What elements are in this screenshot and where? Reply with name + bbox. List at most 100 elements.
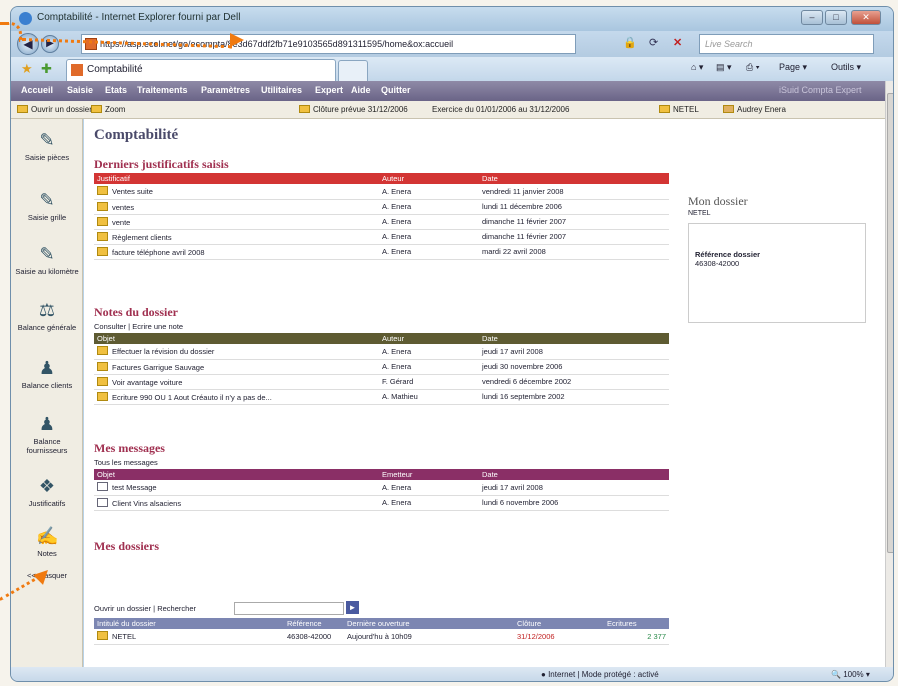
scrollbar-thumb[interactable] xyxy=(887,93,893,553)
ie-logo-icon xyxy=(19,12,32,25)
table-row[interactable]: test Message A. Enera jeudi 17 avril 2008 xyxy=(94,480,669,496)
sidebar-item-notes[interactable]: ✍ Notes xyxy=(13,525,81,558)
col-derniere-ouverture[interactable]: Dernière ouverture xyxy=(344,618,514,629)
sidebar-item-balance-fournisseurs[interactable]: ♟ Balance fournisseurs xyxy=(13,413,81,455)
dossier-link[interactable]: NETEL xyxy=(659,105,699,114)
tools-menu[interactable]: Outils ▾ xyxy=(831,62,861,73)
sidebar-item-balance-clients[interactable]: ♟ Balance clients xyxy=(13,357,81,390)
home-icon[interactable]: ⌂ ▾ xyxy=(691,62,703,73)
col-objet[interactable]: Objet xyxy=(94,469,379,480)
sub-toolbar: Ouvrir un dossier Zoom Clôture prévue 31… xyxy=(11,101,885,119)
tab-label: Comptabilité xyxy=(87,64,143,75)
table-row[interactable]: Ecriture 990 OU 1 Aout Créauto il n'y a … xyxy=(94,389,669,405)
table-row[interactable]: vente A. Enera dimanche 11 février 2007 xyxy=(94,214,669,230)
table-row[interactable]: Règlement clients A. Enera dimanche 11 fév… xyxy=(94,229,669,245)
zoom-level[interactable]: 🔍 100% ▾ xyxy=(831,670,870,679)
sidebar-item-balance-generale[interactable]: ⚖ Balance générale xyxy=(13,299,81,332)
pen-lines-icon: ✎ xyxy=(39,244,55,264)
col-justificatif[interactable]: Justificatif xyxy=(94,173,379,184)
close-button[interactable]: ✕ xyxy=(851,10,881,25)
cloture-label: Clôture prévue 31/12/2006 xyxy=(299,105,408,114)
nav-traitements[interactable]: Traitements xyxy=(137,85,188,95)
dossiers-links[interactable]: Ouvrir un dossier | Rechercher xyxy=(94,604,196,613)
message-icon xyxy=(97,497,108,507)
suppliers-icon: ♟ xyxy=(38,414,56,434)
sidebar-item-justificatifs[interactable]: ❖ Justificatifs xyxy=(13,475,81,508)
messages-heading: Mes messages xyxy=(94,441,165,455)
tabs-bar: ★ ✚ Comptabilité ⌂ ▾ ▤ ▾ ⎙ ▾ Page ▾ Outi… xyxy=(11,57,893,81)
nav-utilitaires[interactable]: Utilitaires xyxy=(261,85,302,95)
table-row[interactable]: ventes A. Enera lundi 11 décembre 2006 xyxy=(94,199,669,215)
nav-expert[interactable]: Expert xyxy=(315,85,343,95)
nav-parametres[interactable]: Paramètres xyxy=(201,85,250,95)
dossier-search-input[interactable] xyxy=(234,602,344,615)
nav-aide[interactable]: Aide xyxy=(351,85,371,95)
open-dossier-link[interactable]: Ouvrir un dossier xyxy=(17,105,92,114)
search-go-button[interactable]: ► xyxy=(346,601,359,614)
folder-icon xyxy=(97,346,108,356)
col-reference[interactable]: Référence xyxy=(284,618,344,629)
sidebar-item-saisie-kilometre[interactable]: ✎ Saisie au kilomètre xyxy=(13,243,81,276)
balance-icon: ⚖ xyxy=(38,300,56,320)
col-date[interactable]: Date xyxy=(479,333,669,344)
col-intitule[interactable]: Intitulé du dossier xyxy=(94,618,284,629)
search-input[interactable]: Live Search xyxy=(699,34,874,54)
table-row[interactable]: Voir avantage voiture F. Gérard vendredi 6… xyxy=(94,374,669,390)
user-link[interactable]: Audrey Enera xyxy=(723,105,786,114)
folder-icon xyxy=(659,105,670,113)
table-row[interactable]: Client Vins alsaciens A. Enera lundi 6 nov… xyxy=(94,495,669,511)
col-cloture[interactable]: Clôture xyxy=(514,618,604,629)
grid-pen-icon: ✎ xyxy=(39,190,55,210)
table-row[interactable]: Effectuer la révision du dossier A. Enera… xyxy=(94,344,669,360)
table-row[interactable]: Ventes suite A. Enera vendredi 11 janvier … xyxy=(94,184,669,200)
notes-heading: Notes du dossier xyxy=(94,305,179,319)
main-content: Comptabilité Derniers justificatifs sais… xyxy=(84,119,885,667)
folder-icon xyxy=(17,105,28,113)
col-auteur[interactable]: Auteur xyxy=(379,333,479,344)
notes-links[interactable]: Consulter | Ecrire une note xyxy=(94,322,183,331)
col-date[interactable]: Date xyxy=(479,173,669,184)
notes-icon: ✍ xyxy=(36,526,59,546)
new-tab-button[interactable] xyxy=(338,60,368,81)
table-row[interactable]: NETEL 46308-42000 Aujourd'hu à 10h09 31/12/… xyxy=(94,629,669,645)
status-bar: ● Internet | Mode protégé : activé 🔍 100… xyxy=(11,667,893,681)
zoom-link[interactable]: Zoom xyxy=(91,105,125,114)
nav-quitter[interactable]: Quitter xyxy=(381,85,411,95)
lock-icon[interactable]: 🔒 xyxy=(623,36,637,49)
vertical-scrollbar[interactable] xyxy=(885,81,893,667)
title-bar: Comptabilité - Internet Explorer fourni … xyxy=(11,7,893,31)
window-title: Comptabilité - Internet Explorer fourni … xyxy=(37,12,241,23)
documents-icon: ❖ xyxy=(38,476,56,496)
col-ecritures[interactable]: Ecritures xyxy=(604,618,669,629)
message-icon xyxy=(97,482,108,492)
sidebar-item-saisie-grille[interactable]: ✎ Saisie grille xyxy=(13,189,81,222)
sidebar-item-saisie-pieces[interactable]: ✎ Saisie pièces xyxy=(13,129,81,162)
folder-icon xyxy=(97,631,108,641)
minimize-button[interactable]: – xyxy=(801,10,823,25)
feeds-icon[interactable]: ▤ ▾ xyxy=(716,62,732,73)
col-objet[interactable]: Objet xyxy=(94,333,379,344)
messages-links[interactable]: Tous les messages xyxy=(94,458,158,467)
col-auteur[interactable]: Auteur xyxy=(379,173,479,184)
table-row[interactable]: Factures Garrigue Sauvage A. Enera jeudi 3… xyxy=(94,359,669,375)
dossiers-table: Intitulé du dossier Référence Dernière ouv… xyxy=(94,618,669,645)
folder-icon xyxy=(97,376,108,386)
stop-icon[interactable]: ✕ xyxy=(673,36,682,49)
table-row[interactable]: facture téléphone avril 2008 A. Enera mard… xyxy=(94,244,669,260)
col-emetteur[interactable]: Emetteur xyxy=(379,469,479,480)
zoom-icon xyxy=(91,105,102,113)
page-menu[interactable]: Page ▾ xyxy=(779,62,807,73)
zone-status: ● Internet | Mode protégé : activé xyxy=(541,670,659,679)
maximize-button[interactable]: □ xyxy=(825,10,847,25)
favorites-star-icon[interactable]: ★ xyxy=(21,61,33,77)
forward-button[interactable]: ▶ xyxy=(41,35,59,53)
col-date[interactable]: Date xyxy=(479,469,669,480)
add-favorite-icon[interactable]: ✚ xyxy=(41,61,52,77)
nav-saisie[interactable]: Saisie xyxy=(67,85,93,95)
nav-etats[interactable]: Etats xyxy=(105,85,127,95)
nav-accueil[interactable]: Accueil xyxy=(21,85,53,95)
print-icon[interactable]: ⎙ ▾ xyxy=(746,62,759,73)
notes-table: Objet Auteur Date Effectuer la révision du… xyxy=(94,333,669,405)
tab-comptabilite[interactable]: Comptabilité xyxy=(66,59,336,81)
refresh-icon[interactable]: ⟳ xyxy=(649,36,658,49)
